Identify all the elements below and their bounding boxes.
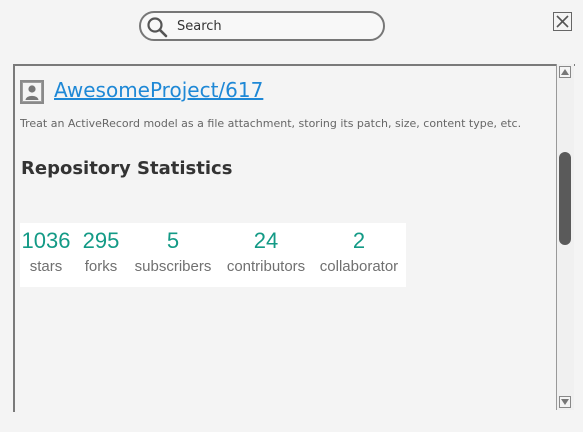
stat-contributors: 24 contributors (224, 223, 308, 277)
stat-label: stars (29, 258, 63, 275)
triangle-down-icon (561, 399, 569, 405)
close-button[interactable] (553, 12, 572, 31)
stat-value: 1036 (21, 228, 71, 253)
scrollbar[interactable] (556, 64, 574, 410)
stat-forks: 295 forks (78, 223, 124, 277)
repo-name-link[interactable]: AwesomeProject/617 (54, 78, 263, 102)
stat-subscribers: 5 subscribers (132, 223, 214, 277)
stat-label: collaborator (319, 258, 399, 275)
scrollbar-thumb[interactable] (559, 152, 571, 246)
stat-value: 5 (166, 228, 180, 253)
search-input[interactable] (177, 17, 367, 35)
scroll-down-button[interactable] (559, 396, 571, 408)
stat-label: contributors (226, 258, 306, 275)
triangle-up-icon (561, 69, 569, 75)
scroll-up-button[interactable] (559, 66, 571, 78)
stat-value: 295 (82, 228, 120, 253)
user-icon (23, 83, 41, 101)
stats-box: 1036 stars 295 forks 5 subscribers 24 co… (20, 223, 406, 287)
owner-avatar (20, 80, 44, 104)
stat-label: forks (84, 258, 118, 275)
close-icon (556, 15, 569, 28)
stats-heading: Repository Statistics (21, 158, 233, 179)
search-box[interactable] (139, 11, 385, 41)
stat-label: subscribers (134, 258, 212, 275)
search-icon (146, 16, 168, 38)
stat-collaborator: 2 collaborator (316, 223, 402, 277)
repo-description: Treat an ActiveRecord model as a file at… (20, 117, 522, 130)
stat-value: 2 (352, 228, 366, 253)
stat-stars: 1036 stars (20, 223, 72, 277)
stat-value: 24 (253, 228, 279, 253)
